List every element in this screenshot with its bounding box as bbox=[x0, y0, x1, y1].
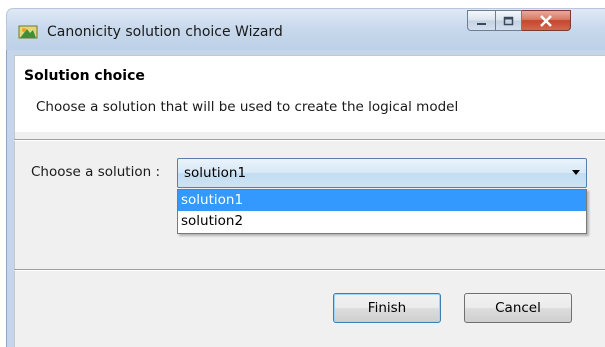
solution-label: Choose a solution : bbox=[31, 164, 160, 180]
title-bar[interactable]: Canonicity solution choice Wizard bbox=[6, 8, 605, 51]
finish-button[interactable]: Finish bbox=[333, 293, 441, 323]
header-separator bbox=[14, 139, 605, 141]
wizard-window: Canonicity solution choice Wizard Soluti… bbox=[0, 0, 605, 347]
solution-combobox[interactable]: solution1 bbox=[177, 158, 587, 188]
page-description: Choose a solution that will be used to c… bbox=[36, 99, 459, 115]
eclipse-app-icon bbox=[18, 24, 38, 40]
close-button[interactable] bbox=[522, 10, 571, 31]
window-title: Canonicity solution choice Wizard bbox=[47, 24, 283, 40]
close-icon bbox=[540, 14, 552, 27]
page-title: Solution choice bbox=[24, 68, 145, 84]
footer-separator bbox=[14, 269, 605, 271]
cancel-button[interactable]: Cancel bbox=[464, 293, 572, 323]
wizard-header: Solution choice Choose a solution that w… bbox=[14, 55, 605, 132]
maximize-button[interactable] bbox=[495, 10, 522, 31]
dropdown-option-solution1[interactable]: solution1 bbox=[178, 190, 586, 211]
dropdown-option-solution2[interactable]: solution2 bbox=[178, 211, 586, 232]
chevron-down-icon[interactable] bbox=[572, 170, 580, 175]
maximize-icon bbox=[503, 16, 513, 25]
window-controls bbox=[467, 10, 571, 32]
combobox-value: solution1 bbox=[184, 165, 247, 181]
minimize-button[interactable] bbox=[467, 10, 495, 31]
solution-dropdown-list: solution1 solution2 bbox=[177, 189, 587, 234]
minimize-icon bbox=[476, 22, 486, 25]
